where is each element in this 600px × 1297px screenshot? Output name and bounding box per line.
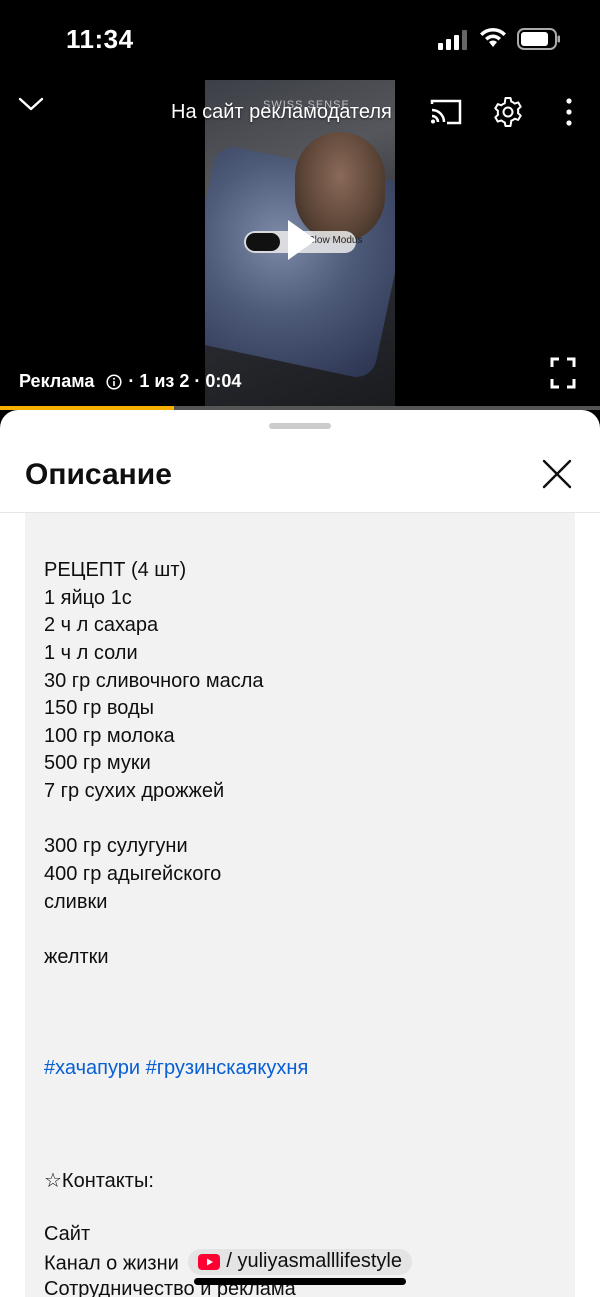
advertiser-link[interactable]: На сайт рекламодателя [171, 101, 392, 124]
ingredient-line: 7 гр сухих дрожжей [44, 780, 225, 802]
ingredient-line: желтки [44, 946, 109, 968]
drag-handle[interactable] [269, 423, 331, 429]
hashtags-link[interactable]: #хачапури #грузинскаякухня [44, 1057, 308, 1080]
ingredient-line: 1 ч л соли [44, 642, 138, 664]
ingredient-line: 500 гр муки [44, 752, 151, 774]
wifi-icon [480, 27, 506, 47]
battery-icon [517, 28, 560, 50]
status-time: 11:34 [66, 24, 134, 54]
sheet-title: Описание [25, 458, 172, 491]
video-player[interactable]: SWISS SENSE Slow Modus На сайт рекламода… [0, 80, 600, 410]
ad-info-row: Реклама · 1 из 2 · 0:04 [19, 371, 241, 392]
ingredient-line: 150 гр воды [44, 697, 155, 719]
ad-position: · 1 из 2 · 0:04 [128, 371, 242, 391]
description-sheet: Описание РЕЦЕПТ (4 шт) 1 яйцо 1с 2 ч л с… [0, 410, 600, 1297]
ingredient-line: 100 гр молока [44, 725, 175, 747]
ingredient-line: 400 гр адыгейского [44, 863, 222, 885]
info-icon[interactable] [106, 373, 122, 390]
play-icon[interactable] [288, 220, 316, 260]
ad-label: Реклама [19, 371, 95, 391]
settings-icon[interactable] [492, 96, 524, 128]
cast-icon[interactable] [429, 98, 463, 126]
description-text: РЕЦЕПТ (4 шт) 1 яйцо 1с 2 ч л сахара 1 ч… [25, 513, 575, 1297]
contacts-header: ☆Контакты: [44, 1170, 154, 1192]
ingredient-line: 1 яйцо 1с [44, 587, 132, 609]
video-pill-label: Slow Modus [308, 235, 363, 246]
fullscreen-icon[interactable] [550, 357, 576, 389]
youtube-icon [198, 1253, 221, 1270]
ingredient-line: 2 ч л сахара [44, 614, 159, 636]
close-icon[interactable] [540, 457, 574, 491]
ingredient-line: 30 гр сливочного масла [44, 670, 264, 692]
home-indicator[interactable] [194, 1278, 406, 1285]
ingredient-line: сливки [44, 891, 108, 913]
recipe-title: РЕЦЕПТ (4 шт) [44, 559, 187, 581]
more-icon[interactable] [565, 98, 573, 126]
channel-handle: / yuliyasmalllifestyle [226, 1250, 402, 1272]
collapse-icon[interactable] [18, 96, 44, 112]
ingredient-line: 300 гр сулугуни [44, 835, 188, 857]
cellular-signal-icon [438, 30, 467, 50]
channel-label: Канал о жизни [44, 1252, 179, 1275]
channel-chip[interactable]: / yuliyasmalllifestyle [188, 1249, 412, 1275]
site-label: Сайт [44, 1223, 91, 1245]
status-bar: 11:34 [0, 0, 600, 80]
channel-line: Канал о жизни / yuliyasmalllifestyle [44, 1249, 412, 1276]
video-pill-toggle [246, 233, 280, 251]
